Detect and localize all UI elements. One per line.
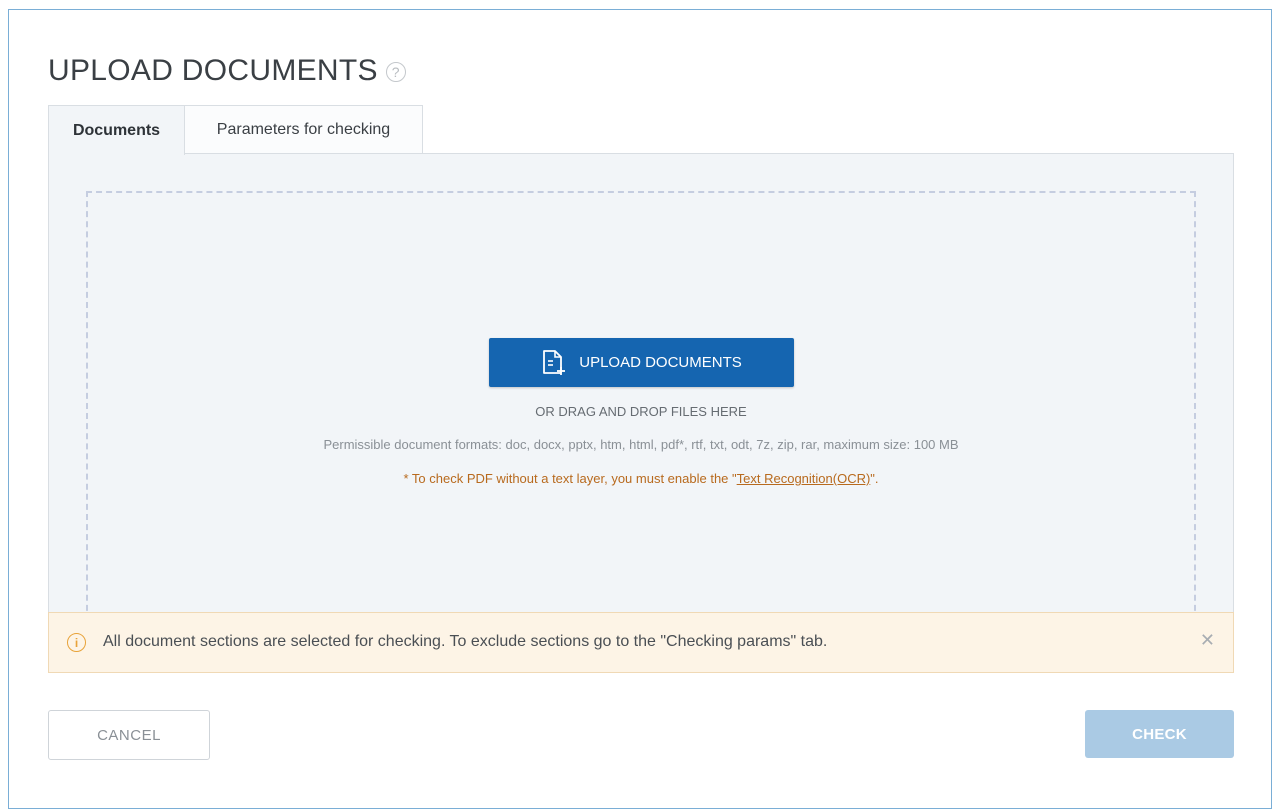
tab-documents-label: Documents	[72, 121, 161, 139]
check-button[interactable]: CHECK	[1085, 710, 1234, 758]
ocr-note-prefix: * To check PDF without a text layer, you…	[403, 471, 737, 486]
upload-documents-button[interactable]: UPLOAD DOCUMENTS	[489, 338, 794, 387]
tab-parameters-label: Parameters for checking	[216, 121, 391, 138]
sections-notice: i All document sections are selected for…	[48, 612, 1234, 673]
cancel-button[interactable]: CANCEL	[48, 710, 210, 760]
permissible-formats-text: Permissible document formats: doc, docx,…	[323, 437, 959, 452]
question-circle-icon[interactable]: ?	[385, 62, 406, 82]
info-circle-icon: i	[67, 633, 86, 652]
notice-text: All document sections are selected for c…	[103, 633, 828, 650]
drag-drop-hint: OR DRAG AND DROP FILES HERE	[535, 404, 747, 419]
tab-documents[interactable]: Documents	[48, 105, 185, 155]
page-title-text: UPLOAD DOCUMENTS	[48, 54, 378, 87]
ocr-link[interactable]: Text Recognition(OCR)	[737, 471, 871, 486]
upload-button-label: UPLOAD DOCUMENTS	[579, 354, 742, 371]
file-add-icon	[541, 349, 567, 377]
ocr-note-suffix: ".	[870, 471, 879, 486]
tab-parameters-for-checking[interactable]: Parameters for checking	[184, 105, 423, 154]
ocr-note: * To check PDF without a text layer, you…	[86, 471, 1196, 486]
close-icon[interactable]: ✕	[1200, 630, 1215, 650]
page-title: UPLOAD DOCUMENTS ?	[48, 54, 406, 88]
